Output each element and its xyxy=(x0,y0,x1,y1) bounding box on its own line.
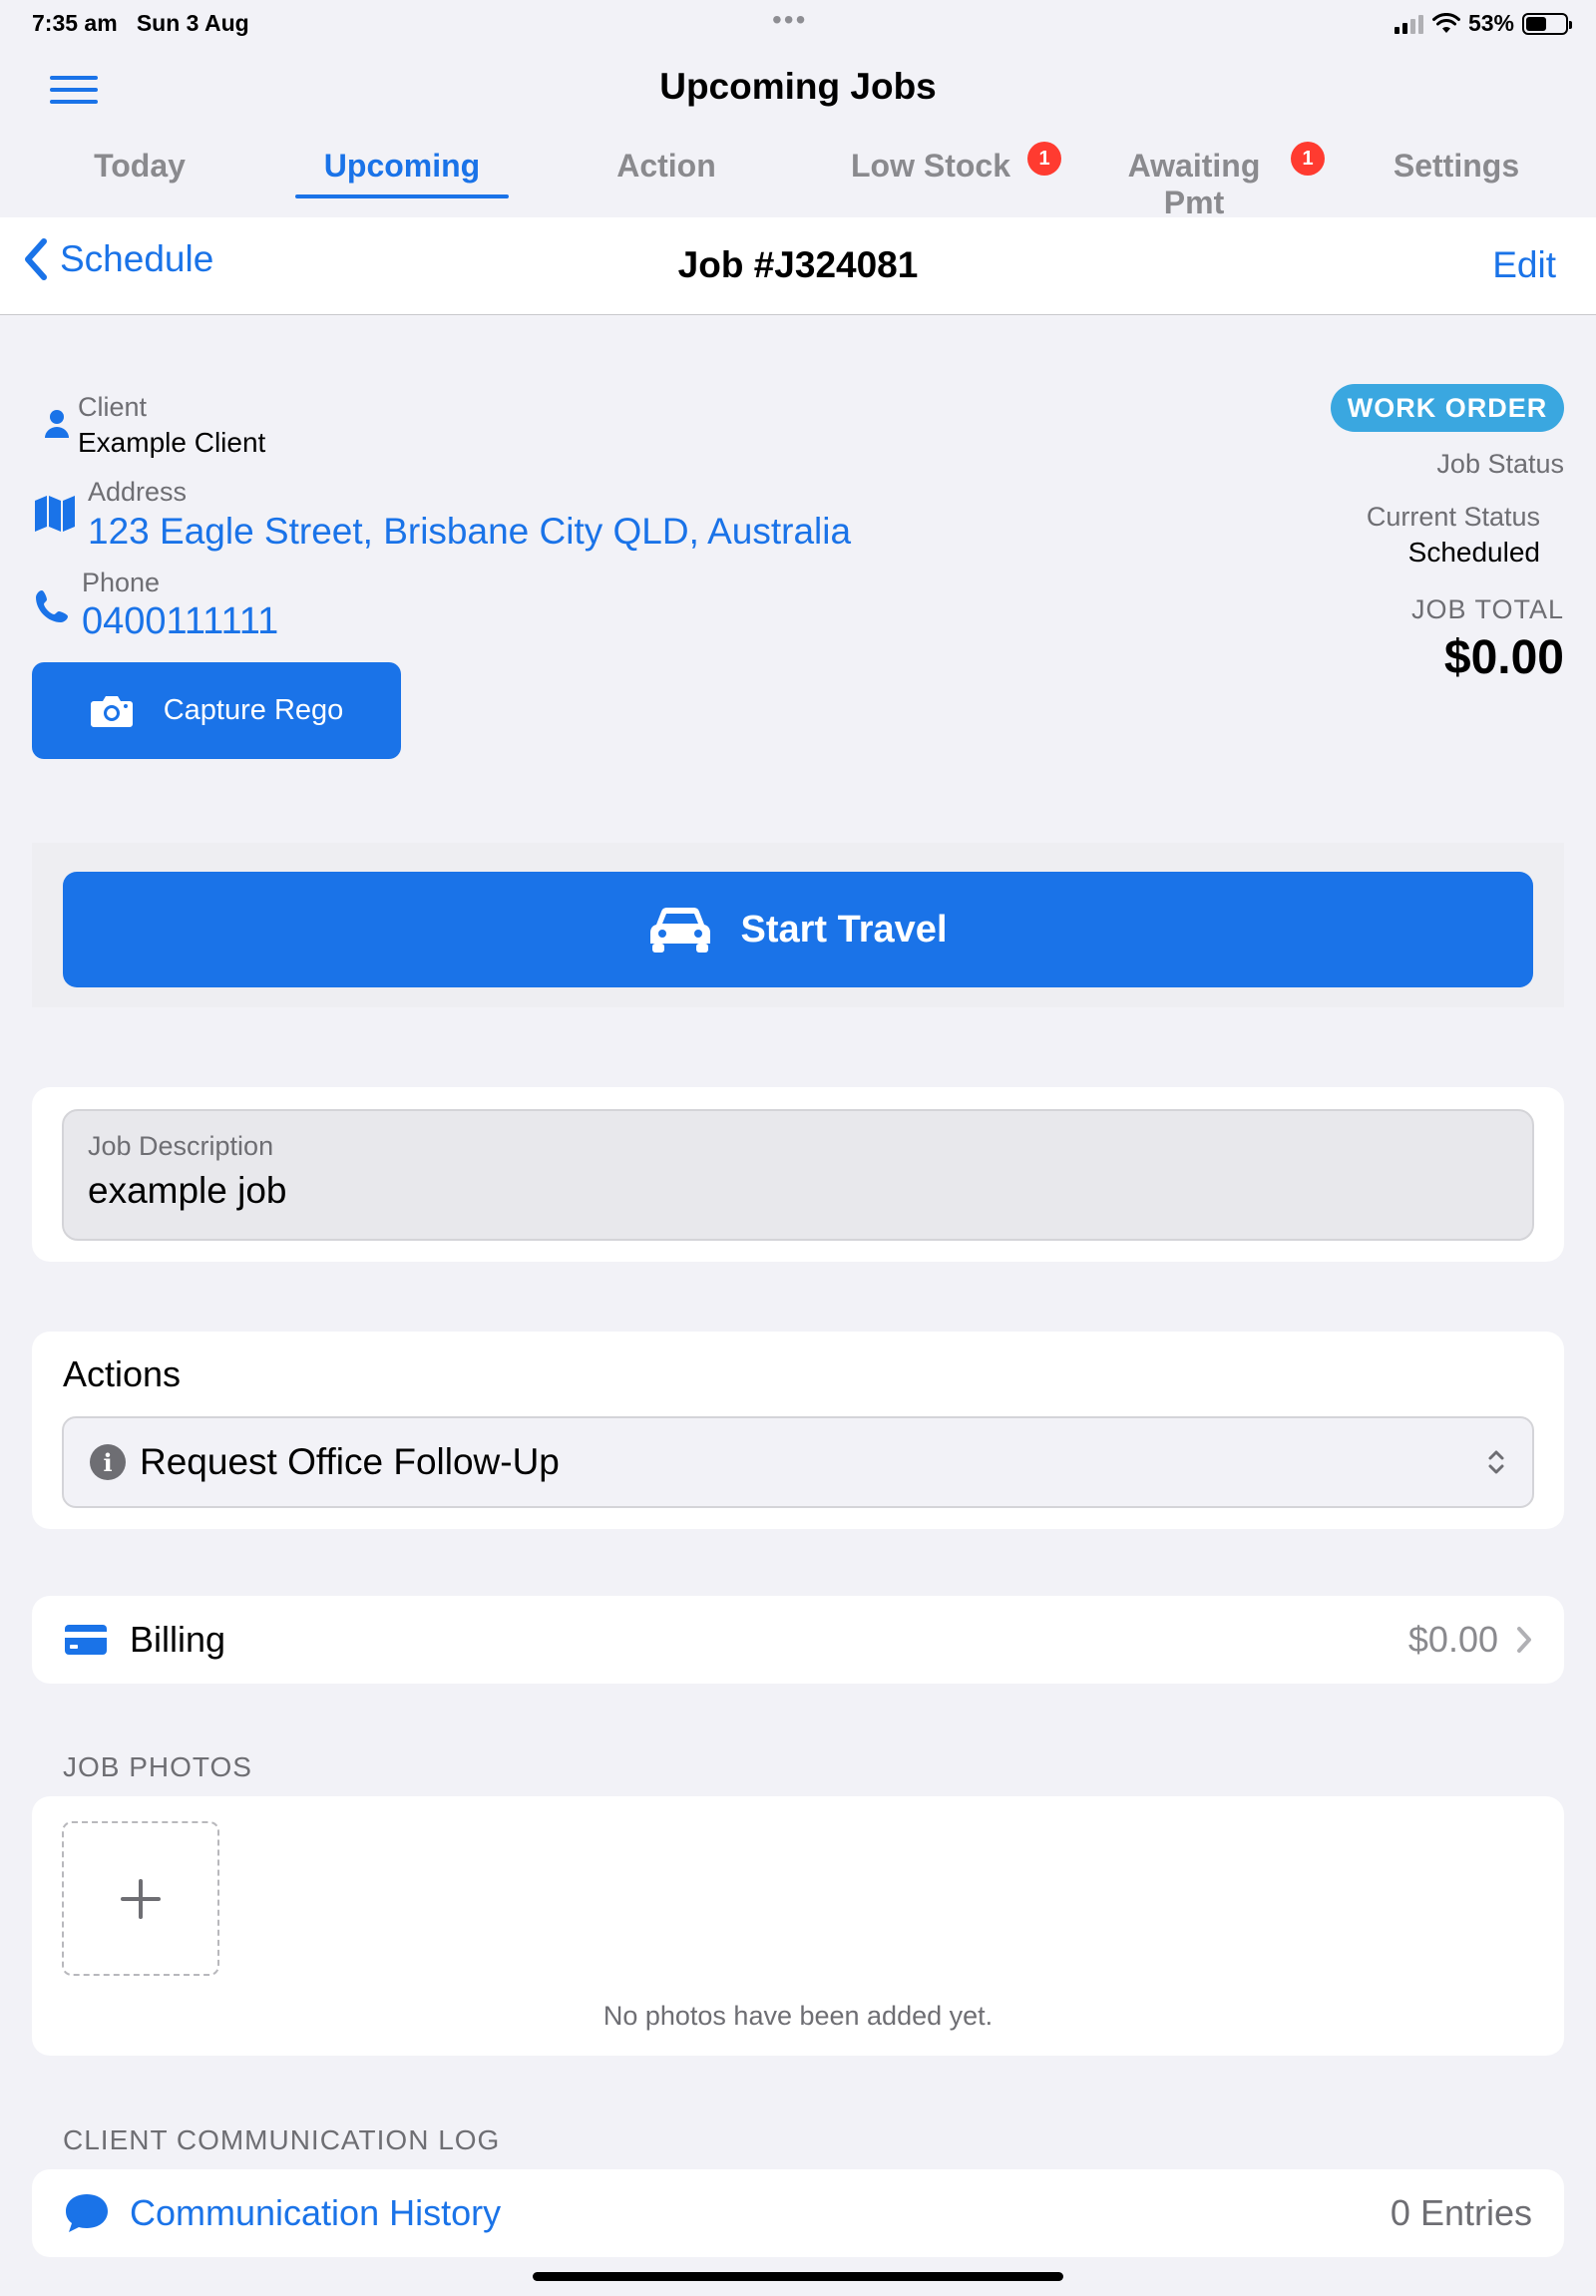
address-link[interactable]: 123 Eagle Street, Brisbane City QLD, Aus… xyxy=(88,511,851,553)
car-icon xyxy=(649,908,710,953)
map-icon xyxy=(35,496,75,532)
no-photos-message: No photos have been added yet. xyxy=(602,2001,994,2031)
tab-settings[interactable]: Settings xyxy=(1381,148,1532,185)
cellular-signal-icon xyxy=(1394,14,1423,34)
billing-row[interactable]: Billing $0.00 xyxy=(32,1596,1564,1684)
low-stock-badge: 1 xyxy=(1027,142,1061,176)
status-time: 7:35 am xyxy=(32,10,118,36)
job-number-title: Job #J324081 xyxy=(677,244,919,285)
battery-level xyxy=(1526,16,1547,31)
add-photo-button[interactable] xyxy=(62,1821,219,1976)
client-name: Example Client xyxy=(78,427,266,458)
home-indicator[interactable] xyxy=(533,2272,1063,2281)
active-tab-indicator xyxy=(295,194,509,198)
info-icon: i xyxy=(90,1444,126,1480)
phone-icon xyxy=(36,590,68,622)
job-photos-header: JOB PHOTOS xyxy=(63,1751,252,1782)
page-title: Upcoming Jobs xyxy=(659,66,937,107)
status-time-date: 7:35 am Sun 3 Aug xyxy=(32,10,249,37)
current-status-value: Scheduled xyxy=(1407,537,1540,568)
tab-action[interactable]: Action xyxy=(597,148,736,185)
start-travel-label: Start Travel xyxy=(740,908,948,951)
tab-low-stock[interactable]: Low Stock xyxy=(843,148,1018,185)
wifi-icon xyxy=(1431,12,1460,33)
status-indicators: 53% xyxy=(1394,10,1572,37)
multitasking-dots-icon[interactable]: ••• xyxy=(772,4,807,36)
actions-title: Actions xyxy=(63,1353,182,1394)
tab-today[interactable]: Today xyxy=(70,148,209,185)
battery-percent: 53% xyxy=(1467,10,1514,36)
actions-select[interactable]: i Request Office Follow-Up xyxy=(62,1416,1534,1508)
start-travel-button[interactable]: Start Travel xyxy=(63,872,1533,987)
chevron-up-down-icon xyxy=(1488,1450,1504,1474)
person-icon xyxy=(45,410,69,438)
tab-awaiting-pmt[interactable]: Awaiting Pmt xyxy=(1093,148,1295,221)
work-order-badge: WORK ORDER xyxy=(1331,384,1564,432)
capture-rego-button[interactable]: Capture Rego xyxy=(32,662,401,759)
communication-history-label: Communication History xyxy=(130,2192,502,2233)
job-description-label: Job Description xyxy=(88,1131,274,1161)
phone-link[interactable]: 0400111111 xyxy=(82,600,278,643)
camera-icon xyxy=(90,695,133,727)
actions-selected-value: Request Office Follow-Up xyxy=(140,1441,560,1482)
chevron-right-icon xyxy=(1517,1627,1531,1653)
communication-entries-count: 0 Entries xyxy=(1390,2192,1532,2233)
job-total-label: JOB TOTAL xyxy=(1410,594,1564,624)
battery-icon xyxy=(1522,12,1572,35)
edit-button[interactable]: Edit xyxy=(1492,244,1556,286)
job-description-value: example job xyxy=(88,1170,287,1211)
address-label: Address xyxy=(88,477,188,507)
billing-amount: $0.00 xyxy=(1407,1619,1498,1660)
plus-icon xyxy=(121,1878,161,1919)
awaiting-pmt-badge: 1 xyxy=(1291,142,1325,176)
client-label: Client xyxy=(78,392,148,422)
billing-label: Billing xyxy=(130,1619,226,1660)
capture-rego-label: Capture Rego xyxy=(163,694,344,726)
job-total-value: $0.00 xyxy=(1443,631,1564,684)
credit-card-icon xyxy=(65,1625,107,1655)
job-status-label: Job Status xyxy=(1436,449,1564,479)
communication-log-header: CLIENT COMMUNICATION LOG xyxy=(63,2124,501,2155)
speech-bubble-icon xyxy=(66,2194,108,2232)
phone-label: Phone xyxy=(82,568,161,597)
status-date: Sun 3 Aug xyxy=(136,10,249,36)
communication-history-row[interactable]: Communication History 0 Entries xyxy=(32,2169,1564,2257)
job-description-field[interactable]: Job Description example job xyxy=(62,1109,1534,1241)
tab-upcoming[interactable]: Upcoming xyxy=(295,148,509,185)
current-status-label: Current Status xyxy=(1366,502,1540,532)
